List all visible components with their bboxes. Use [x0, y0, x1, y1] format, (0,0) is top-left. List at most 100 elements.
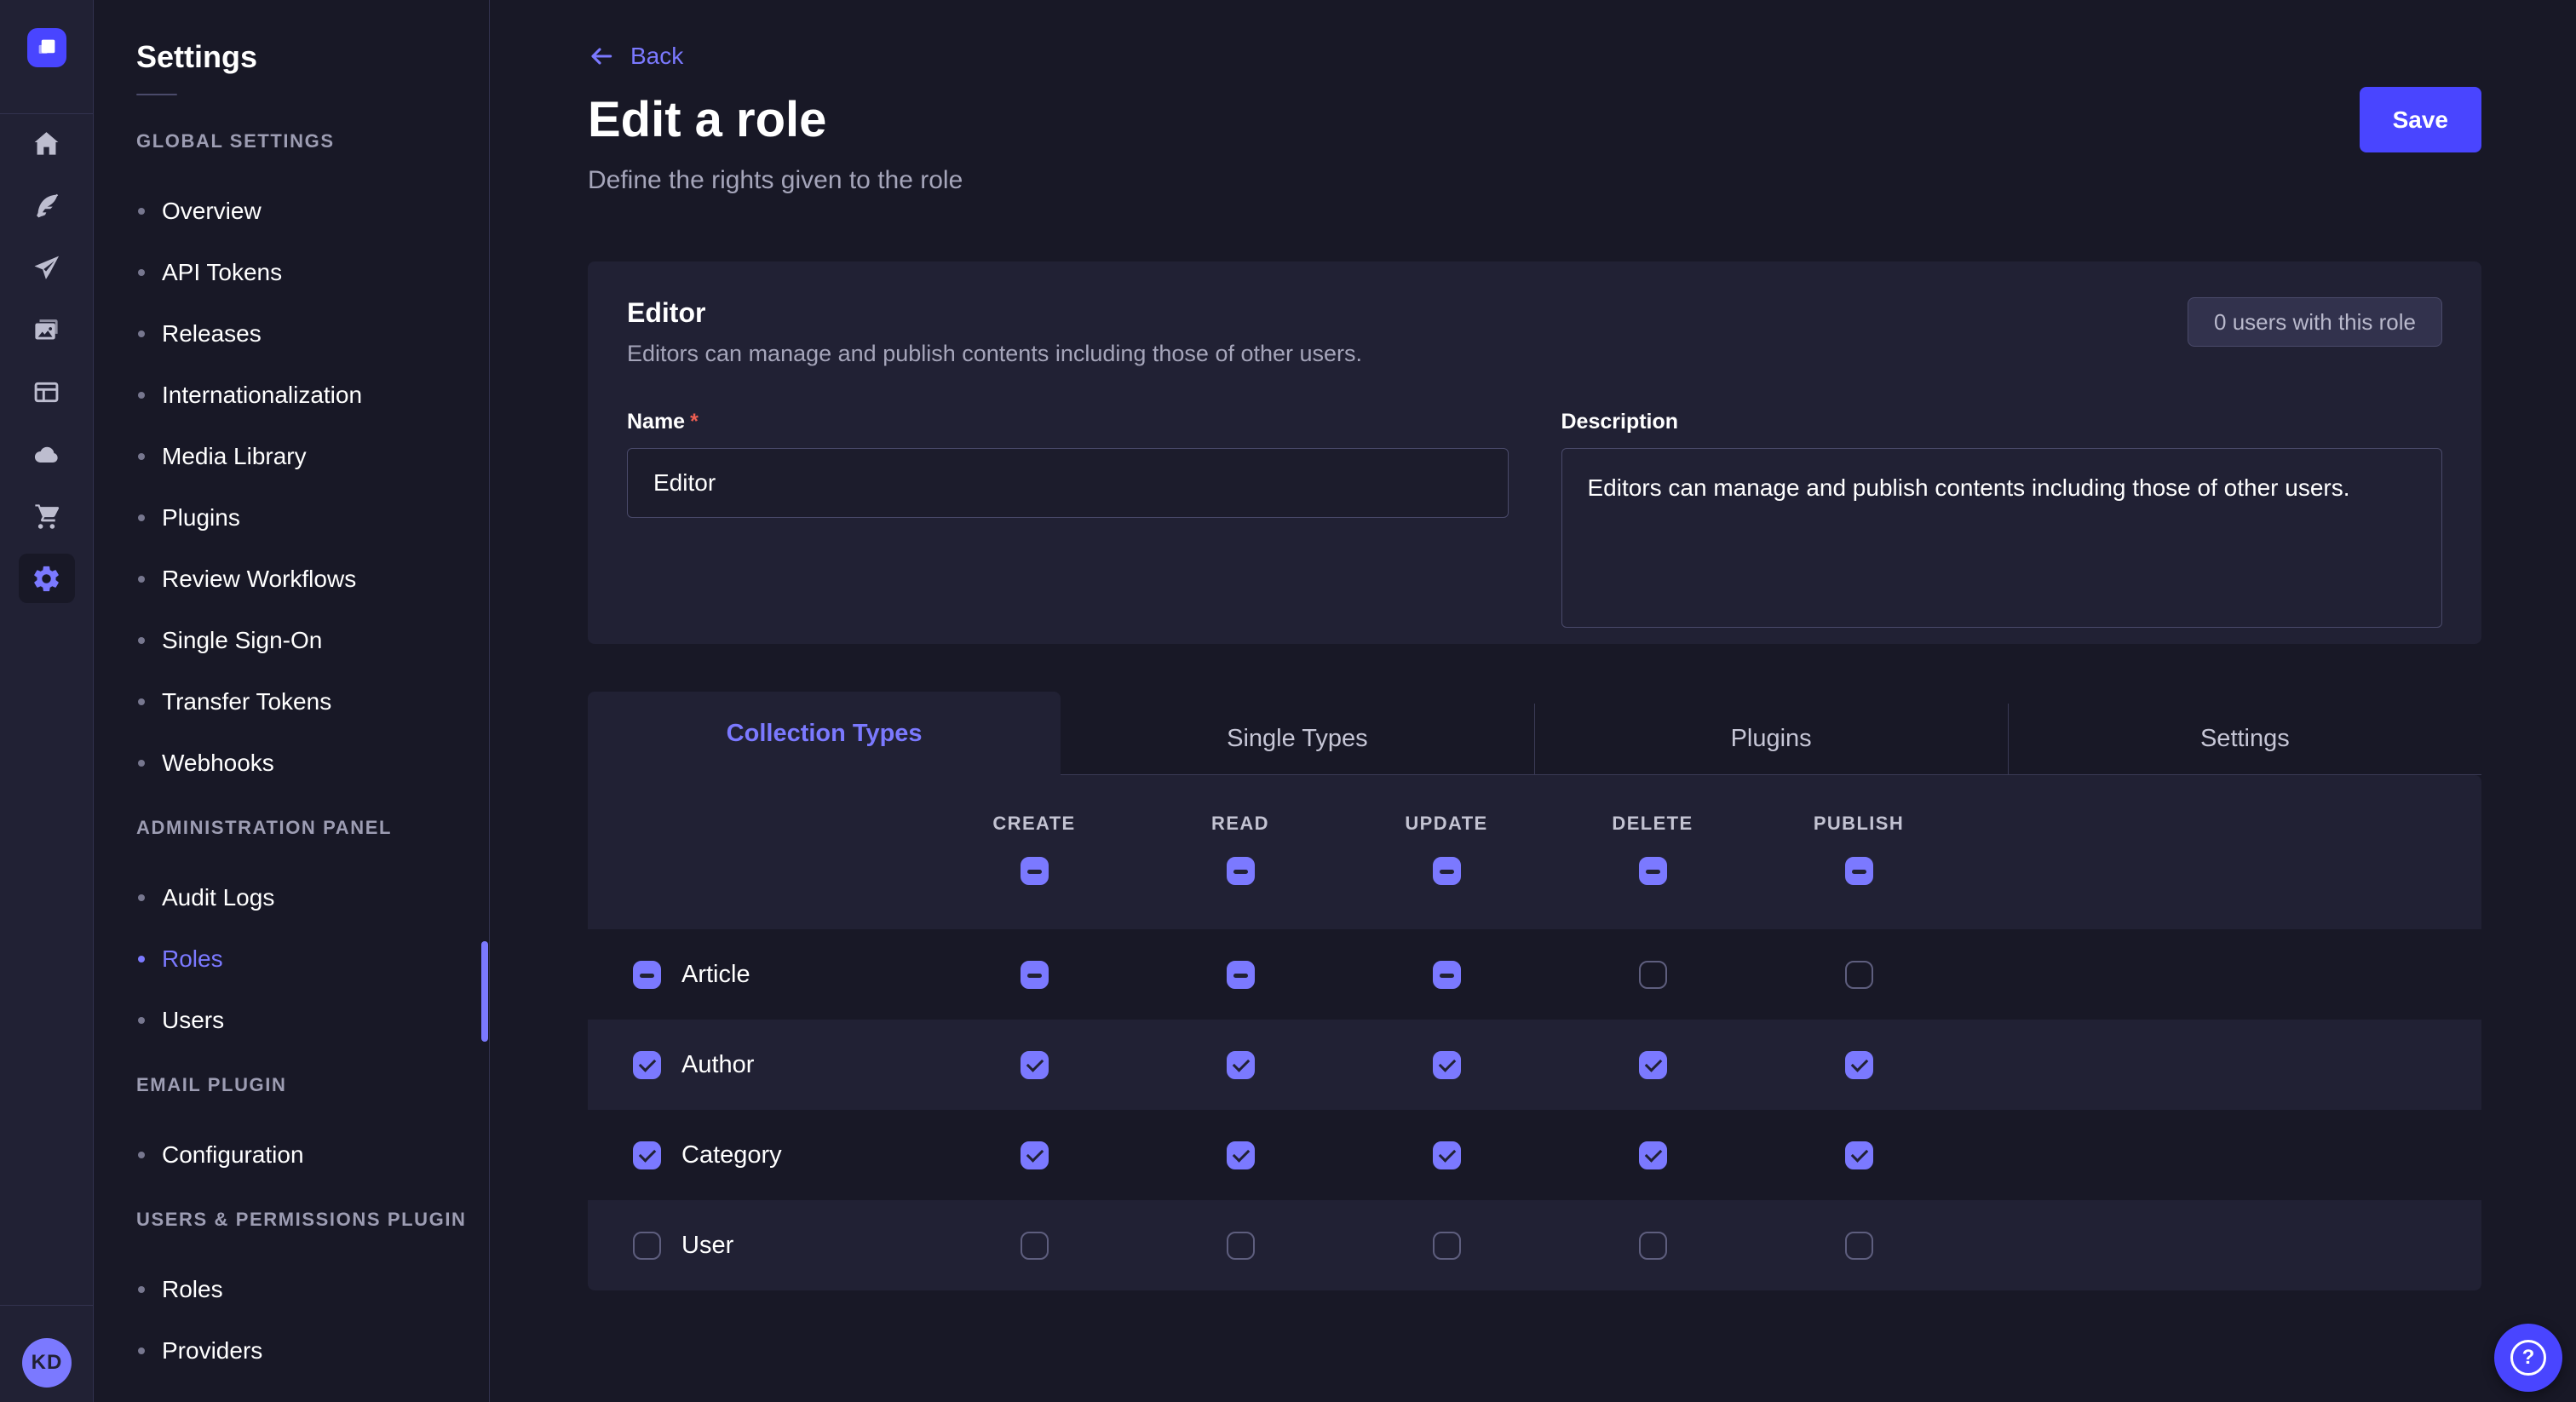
back-label: Back — [630, 43, 683, 70]
nav-marketplace-button[interactable] — [19, 491, 75, 541]
settings-subnav: Settings GLOBAL SETTINGS Overview API To… — [94, 0, 490, 1402]
read-checkbox[interactable] — [1227, 1232, 1255, 1260]
nav-content-builder-button[interactable] — [19, 181, 75, 230]
tab-single-types[interactable]: Single Types — [1061, 704, 1533, 775]
sidebar-item-audit-logs[interactable]: Audit Logs — [94, 867, 489, 928]
publish-checkbox[interactable] — [1845, 1051, 1873, 1079]
save-button[interactable]: Save — [2360, 87, 2481, 152]
nav-cloud-button[interactable] — [19, 429, 75, 479]
role-details-card: Editor Editors can manage and publish co… — [588, 261, 2481, 644]
subnav-sections: GLOBAL SETTINGS Overview API Tokens Rele… — [94, 95, 489, 1382]
app-window: KD Settings GLOBAL SETTINGS Overview API… — [0, 0, 2576, 1402]
create-checkbox[interactable] — [1021, 1232, 1049, 1260]
column-delete: DELETE — [1550, 775, 1756, 929]
row-select-checkbox[interactable] — [633, 961, 661, 989]
rail-icon-list — [0, 106, 93, 616]
sidebar-item-single-sign-on[interactable]: Single Sign-On — [94, 610, 489, 671]
row-select-checkbox[interactable] — [633, 1232, 661, 1260]
read-checkbox[interactable] — [1227, 1051, 1255, 1079]
delete-checkbox[interactable] — [1639, 1141, 1667, 1169]
tab-collection-types[interactable]: Collection Types — [588, 692, 1061, 775]
column-read: READ — [1137, 775, 1343, 929]
role-card-titles: Editor Editors can manage and publish co… — [627, 297, 1362, 367]
publish-checkbox[interactable] — [1845, 1232, 1873, 1260]
column-update: UPDATE — [1343, 775, 1550, 929]
sidebar-item-overview[interactable]: Overview — [94, 181, 489, 242]
delete-checkbox[interactable] — [1639, 961, 1667, 989]
sidebar-item-plugins[interactable]: Plugins — [94, 487, 489, 549]
update-checkbox[interactable] — [1433, 961, 1461, 989]
subnav-scrollbar-thumb[interactable] — [481, 941, 488, 1042]
section-label: EMAIL PLUGIN — [94, 1070, 489, 1100]
sidebar-item-internationalization[interactable]: Internationalization — [94, 365, 489, 426]
sidebar-item-admin-roles[interactable]: Roles — [94, 928, 489, 990]
sidebar-item-review-workflows[interactable]: Review Workflows — [94, 549, 489, 610]
role-description-text: Editors can manage and publish contents … — [627, 341, 1362, 367]
sidebar-item-transfer-tokens[interactable]: Transfer Tokens — [94, 671, 489, 733]
section-label: GLOBAL SETTINGS — [94, 126, 489, 157]
tab-plugins[interactable]: Plugins — [1534, 704, 2008, 775]
create-checkbox[interactable] — [1021, 1051, 1049, 1079]
create-checkbox[interactable] — [1021, 961, 1049, 989]
bullet-icon — [138, 330, 145, 337]
strapi-logo[interactable] — [27, 28, 66, 67]
content-type-name: Author — [681, 1051, 754, 1079]
read-checkbox[interactable] — [1227, 1141, 1255, 1169]
delete-checkbox[interactable] — [1639, 1051, 1667, 1079]
permission-row-category: Category — [588, 1110, 2481, 1200]
rail-bottom-divider — [0, 1305, 93, 1306]
nav-media-library-button[interactable] — [19, 305, 75, 354]
description-textarea[interactable]: Editors can manage and publish contents … — [1561, 448, 2443, 628]
delete-checkbox[interactable] — [1639, 1232, 1667, 1260]
section-email-plugin: EMAIL PLUGIN Configuration — [94, 1051, 489, 1186]
row-select-checkbox[interactable] — [633, 1051, 661, 1079]
user-avatar[interactable]: KD — [22, 1338, 72, 1388]
sidebar-item-releases[interactable]: Releases — [94, 303, 489, 365]
bullet-icon — [138, 1152, 145, 1158]
layout-icon — [32, 377, 61, 407]
bullet-icon — [138, 894, 145, 901]
update-checkbox[interactable] — [1433, 1141, 1461, 1169]
create-checkbox[interactable] — [1021, 1141, 1049, 1169]
sidebar-item-webhooks[interactable]: Webhooks — [94, 733, 489, 794]
sidebar-item-media-library[interactable]: Media Library — [94, 426, 489, 487]
sidebar-item-admin-users[interactable]: Users — [94, 990, 489, 1051]
sidebar-item-api-tokens[interactable]: API Tokens — [94, 242, 489, 303]
feather-icon — [32, 191, 61, 221]
bullet-icon — [138, 760, 145, 767]
update-checkbox[interactable] — [1433, 1232, 1461, 1260]
publish-checkbox[interactable] — [1845, 1141, 1873, 1169]
nav-deploy-button[interactable] — [19, 243, 75, 292]
select-all-read-checkbox[interactable] — [1227, 857, 1255, 885]
bullet-icon — [138, 1347, 145, 1354]
read-checkbox[interactable] — [1227, 961, 1255, 989]
help-button[interactable]: ? — [2494, 1324, 2562, 1392]
required-asterisk: * — [690, 410, 699, 434]
select-all-delete-checkbox[interactable] — [1639, 857, 1667, 885]
name-input[interactable] — [627, 448, 1509, 518]
nav-settings-button[interactable] — [19, 554, 75, 603]
select-all-update-checkbox[interactable] — [1433, 857, 1461, 885]
bullet-icon — [138, 1017, 145, 1024]
users-with-role-badge[interactable]: 0 users with this role — [2188, 297, 2442, 347]
description-field-label: Description — [1561, 410, 2443, 434]
nav-home-button[interactable] — [19, 118, 75, 168]
subnav-title: Settings — [136, 39, 489, 75]
publish-checkbox[interactable] — [1845, 961, 1873, 989]
update-checkbox[interactable] — [1433, 1051, 1461, 1079]
sidebar-item-up-providers[interactable]: Providers — [94, 1320, 489, 1382]
tab-settings[interactable]: Settings — [2008, 704, 2481, 775]
back-link[interactable]: Back — [588, 39, 683, 73]
main-content: Back Edit a role Save Define the rights … — [490, 0, 2576, 1402]
nav-content-manager-button[interactable] — [19, 367, 75, 417]
sidebar-item-up-roles[interactable]: Roles — [94, 1259, 489, 1320]
gear-icon — [32, 564, 61, 594]
select-all-publish-checkbox[interactable] — [1845, 857, 1873, 885]
row-select-checkbox[interactable] — [633, 1141, 661, 1169]
content-type-name: Category — [681, 1141, 782, 1169]
sidebar-item-email-configuration[interactable]: Configuration — [94, 1124, 489, 1186]
page-subtitle: Define the rights given to the role — [588, 166, 2481, 195]
select-all-create-checkbox[interactable] — [1021, 857, 1049, 885]
permission-row-author: Author — [588, 1020, 2481, 1110]
home-icon — [32, 129, 61, 158]
